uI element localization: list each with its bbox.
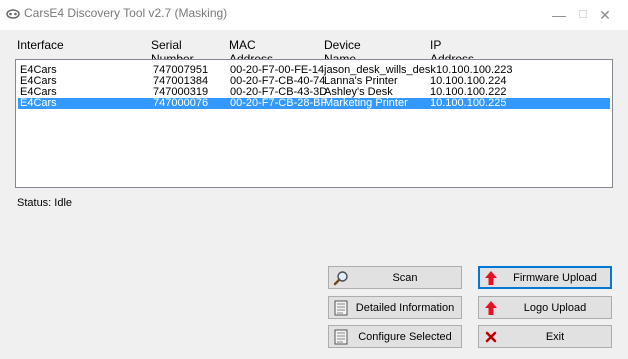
column-header-interface: Interface [17, 38, 64, 52]
cell-interface: E4Cars [20, 97, 57, 109]
device-list[interactable]: E4Cars 747007951 00-20-F7-00-FE-14 jason… [15, 59, 613, 188]
red-up-arrow-icon [479, 268, 503, 288]
document-icon [329, 298, 353, 318]
document-icon [329, 327, 353, 347]
scan-label: Scan [392, 271, 418, 284]
cell-mac-address: 00-20-F7-CB-28-BF [230, 97, 328, 109]
logo-upload-label: Logo Upload [523, 301, 587, 314]
detailed-information-button[interactable]: Detailed Information [328, 296, 462, 319]
firmware-upload-label: Firmware Upload [513, 271, 597, 284]
scan-button[interactable]: Scan [328, 266, 462, 289]
exit-button[interactable]: Exit [478, 325, 612, 348]
logo-upload-button[interactable]: Logo Upload [478, 296, 612, 319]
firmware-upload-button[interactable]: Firmware Upload [478, 266, 612, 289]
cell-device-name: Marketing Printer [324, 97, 408, 109]
configure-selected-label: Configure Selected [358, 330, 452, 343]
status-text: Status: Idle [17, 197, 73, 209]
cell-ip-address: 10.100.100.225 [430, 97, 507, 109]
window-title: CarsE4 Discovery Tool v2.7 (Masking) [24, 6, 228, 20]
close-button[interactable]: ✕ [582, 0, 628, 30]
red-up-arrow-icon [479, 298, 503, 318]
magnifier-icon [329, 268, 353, 288]
configure-selected-button[interactable]: Configure Selected [328, 325, 462, 348]
title-bar: CarsE4 Discovery Tool v2.7 (Masking) — ☐… [0, 0, 628, 30]
app-logo-icon [6, 9, 20, 19]
exit-label: Exit [545, 330, 565, 343]
cell-serial-number: 747000076 [153, 97, 209, 109]
red-x-icon [479, 327, 503, 347]
list-item-selected[interactable]: E4Cars 747000076 00-20-F7-CB-28-BF Marke… [18, 98, 610, 109]
detailed-information-label: Detailed Information [355, 301, 455, 314]
